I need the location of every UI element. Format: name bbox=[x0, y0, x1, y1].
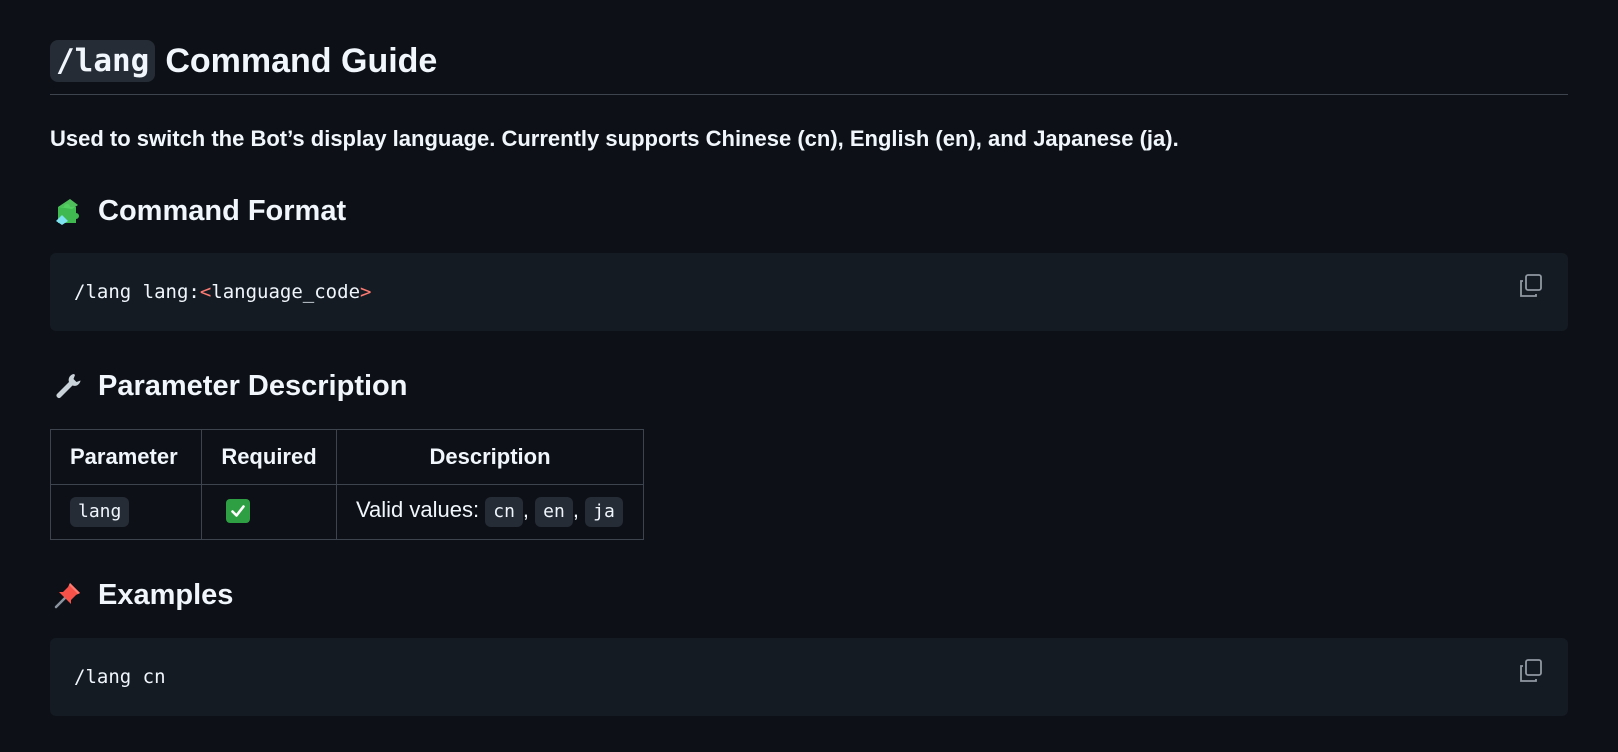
command-format-code-block: /lang lang:<language_code> bbox=[50, 253, 1568, 331]
description-prefix: Valid values: bbox=[356, 497, 480, 522]
parameter-name-code: lang bbox=[70, 497, 130, 527]
puzzle-piece-icon bbox=[50, 193, 86, 229]
heading-examples-text: Examples bbox=[98, 579, 234, 611]
copy-icon[interactable] bbox=[1518, 273, 1544, 299]
value-code-cn: cn bbox=[485, 497, 523, 527]
heading-parameter-description: Parameter Description bbox=[50, 367, 407, 405]
table-header-row: Parameter Required Description bbox=[50, 429, 644, 485]
code-command-prefix: /lang lang: bbox=[74, 281, 200, 303]
heading-command-format-text: Command Format bbox=[98, 195, 347, 227]
intro-paragraph: Used to switch the Bot’s display languag… bbox=[50, 126, 1179, 151]
check-mark-icon bbox=[226, 498, 250, 523]
column-header-description: Description bbox=[336, 429, 644, 485]
value-separator: , bbox=[522, 497, 530, 522]
title-divider bbox=[50, 94, 1568, 95]
copy-icon[interactable] bbox=[1518, 658, 1544, 684]
cell-parameter: lang bbox=[50, 484, 202, 540]
code-angle-open: < bbox=[199, 281, 212, 303]
value-code-ja: ja bbox=[585, 497, 623, 527]
column-header-required: Required bbox=[201, 429, 337, 485]
column-header-parameter: Parameter bbox=[50, 429, 202, 485]
code-angle-close: > bbox=[360, 281, 372, 303]
page-title: /lang Command Guide bbox=[50, 38, 437, 84]
examples-code-block: /lang cn bbox=[50, 638, 1568, 716]
pushpin-icon bbox=[50, 577, 86, 613]
value-code-en: en bbox=[535, 497, 573, 527]
code-param-name: language_code bbox=[211, 281, 361, 303]
value-separator: , bbox=[572, 497, 579, 522]
command-format-code: /lang lang:<language_code> bbox=[74, 253, 371, 331]
cell-description: Valid values: cn, en, ja bbox=[336, 484, 644, 540]
heading-command-format: Command Format bbox=[50, 192, 346, 230]
title-command-code: /lang bbox=[50, 40, 156, 82]
heading-parameter-description-text: Parameter Description bbox=[98, 370, 408, 402]
heading-examples: Examples bbox=[50, 576, 233, 614]
table-row: lang Valid values: cn, en, ja bbox=[50, 484, 644, 540]
wrench-icon bbox=[50, 368, 86, 404]
examples-code: /lang cn bbox=[74, 666, 166, 688]
parameter-table: Parameter Required Description lang Vali… bbox=[50, 429, 644, 540]
title-text: Command Guide bbox=[165, 42, 438, 80]
cell-required bbox=[201, 484, 337, 540]
